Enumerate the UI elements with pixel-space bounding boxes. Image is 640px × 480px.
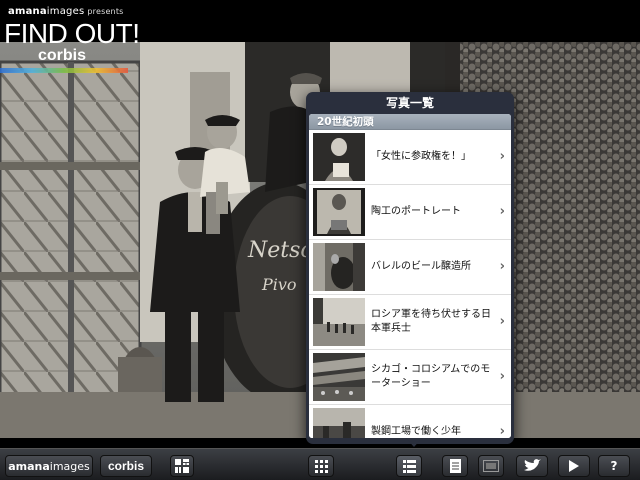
thumbnail-potter	[313, 188, 365, 236]
corbis-button[interactable]: corbis	[100, 455, 152, 477]
list-item-label: バレルのビール醸造所	[371, 261, 471, 272]
list-item-label: 陶工のポートレート	[371, 206, 461, 217]
list-item[interactable]: ロシア軍を待ち伏せする日本軍兵士 ›	[309, 295, 511, 350]
amana-brand-text: amana	[8, 6, 47, 17]
amanaimages-presents: amanaimages presents	[8, 6, 124, 17]
thumbnail-brewery	[313, 243, 365, 291]
bottom-toolbar: amana images corbis ?	[0, 448, 640, 480]
list-item-label: シカゴ・コロシアムでのモーターショー	[371, 364, 491, 389]
thumbnail-motor-show	[313, 353, 365, 401]
list-item-label: ロシア軍を待ち伏せする日本軍兵士	[371, 309, 491, 334]
find-out-logo: FIND OUT!	[4, 18, 140, 49]
thumbnail-steel-mill	[313, 408, 365, 438]
amanaimages-button[interactable]: amana images	[5, 455, 93, 477]
list-item[interactable]: 「女性に参政権を！」 ›	[309, 130, 511, 185]
list-item-label: 製鋼工場で働く少年	[371, 426, 461, 437]
app-screen: Netsch Pivo amanaimages presents FIND OU…	[0, 0, 640, 480]
top-brand-bar: amanaimages presents FIND OUT!	[0, 0, 640, 49]
mosaic-icon	[175, 459, 189, 473]
corbis-logo: corbis	[38, 47, 87, 64]
chevron-right-icon: ›	[499, 149, 505, 164]
chevron-right-icon: ›	[499, 424, 505, 438]
popover-title: 写真一覧	[385, 96, 434, 110]
grid-icon	[314, 459, 328, 473]
slides-button[interactable]	[478, 455, 504, 477]
list-icon	[402, 459, 416, 473]
play-slideshow-button[interactable]	[558, 455, 590, 477]
list-item[interactable]: 製鋼工場で働く少年 ›	[309, 405, 511, 438]
chevron-right-icon: ›	[499, 314, 505, 329]
rainbow-stripe	[0, 68, 128, 73]
list-item-label: 「女性に参政権を！」	[371, 151, 471, 162]
chevron-right-icon: ›	[499, 204, 505, 219]
amana-button-text: amana	[8, 459, 50, 473]
presents-text: presents	[87, 7, 124, 16]
twitter-button[interactable]	[516, 455, 548, 477]
grid-view-button[interactable]	[308, 455, 334, 477]
help-button[interactable]: ?	[598, 455, 630, 477]
photo-list[interactable]: 20世紀初頭 「女性に参政権を！」 › 陶工のポートレート › バレルのビール醸…	[309, 114, 511, 438]
thumbnail-suffragette	[313, 133, 365, 181]
slides-icon	[483, 460, 499, 472]
list-item[interactable]: バレルのビール醸造所 ›	[309, 240, 511, 295]
thumbnail-soldiers	[313, 298, 365, 346]
list-item[interactable]: 陶工のポートレート ›	[309, 185, 511, 240]
chevron-right-icon: ›	[499, 369, 505, 384]
images-brand-text: images	[46, 6, 85, 17]
popover-arrow	[406, 438, 422, 447]
mosaic-view-button[interactable]	[170, 455, 194, 477]
caption-button[interactable]	[442, 455, 468, 477]
document-icon	[449, 459, 461, 473]
list-view-button[interactable]	[396, 455, 422, 477]
images-button-text: images	[49, 459, 90, 473]
photo-list-popover: 写真一覧 20世紀初頭 「女性に参政権を！」 › 陶工のポートレート › バレル…	[306, 92, 514, 444]
twitter-bird-icon	[524, 459, 541, 471]
chevron-right-icon: ›	[499, 259, 505, 274]
section-header: 20世紀初頭	[309, 114, 511, 130]
list-item[interactable]: シカゴ・コロシアムでのモーターショー ›	[309, 350, 511, 405]
svg-text:Pivo: Pivo	[261, 275, 297, 294]
play-icon	[569, 460, 579, 472]
